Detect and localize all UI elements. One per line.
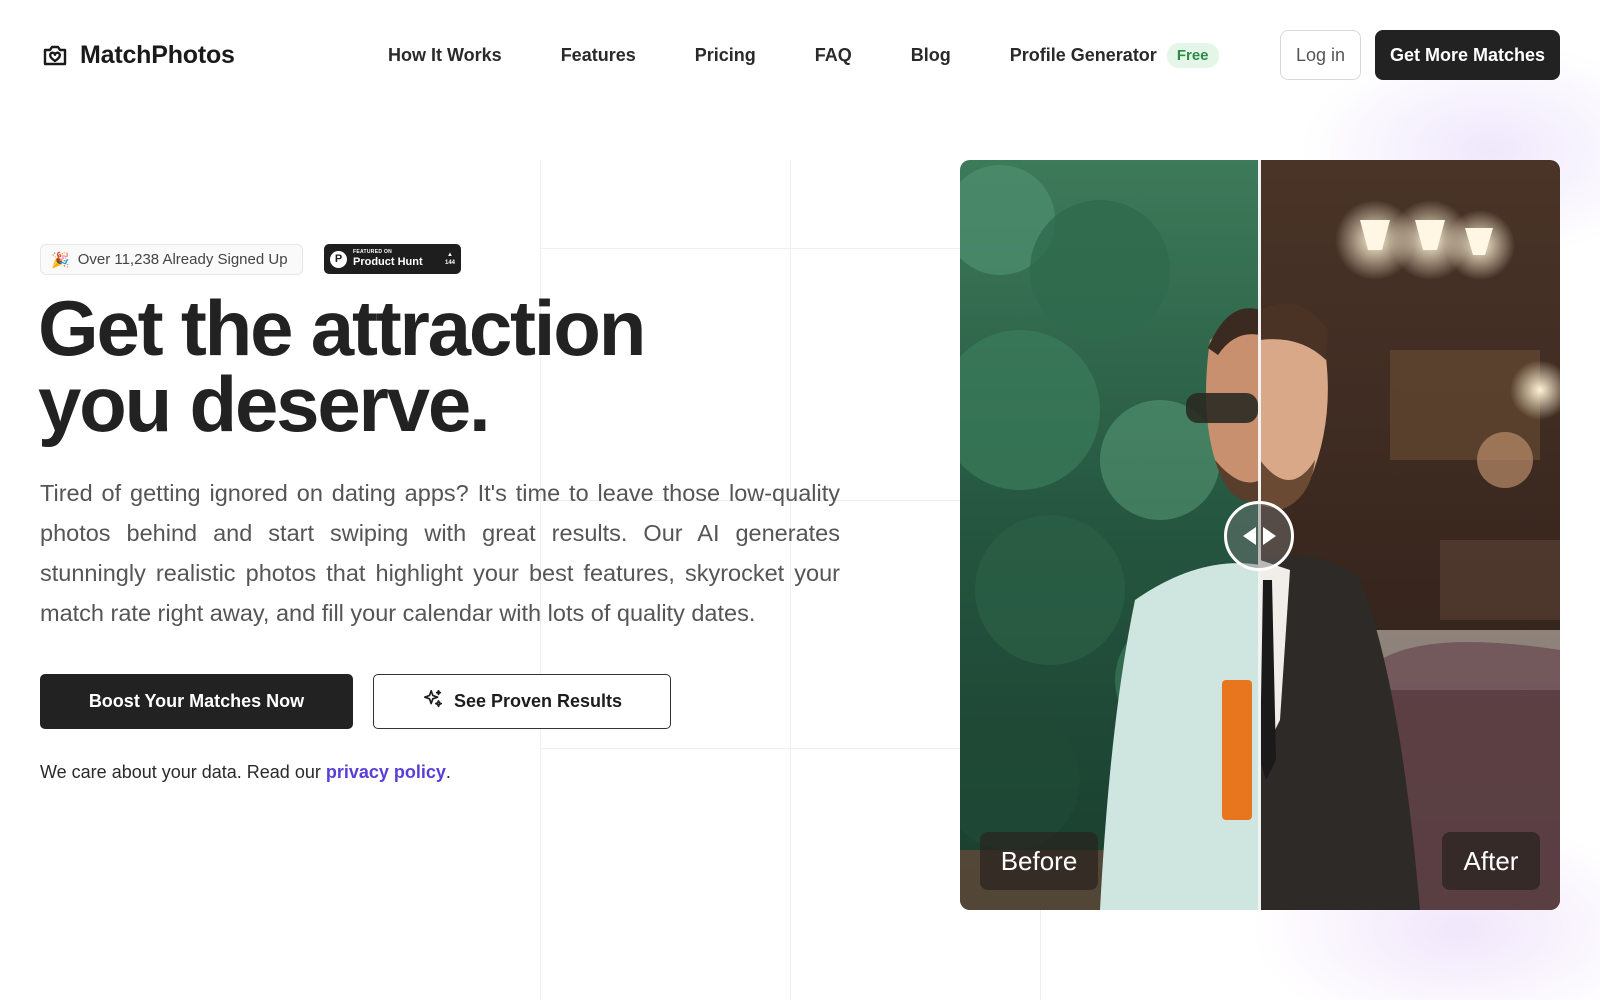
before-after-comparison[interactable]: Before After bbox=[960, 160, 1560, 910]
product-hunt-name: Product Hunt bbox=[353, 256, 423, 268]
product-hunt-votes: ▲ 144 bbox=[445, 252, 455, 266]
sparkles-icon bbox=[422, 688, 444, 715]
privacy-suffix: . bbox=[445, 762, 451, 782]
hero-title-line-2: you deserve. bbox=[38, 360, 491, 448]
product-hunt-icon: P bbox=[330, 250, 347, 268]
brand-logo[interactable]: MatchPhotos bbox=[40, 40, 235, 70]
party-popper-icon: 🎉 bbox=[51, 251, 70, 269]
upvote-icon: ▲ bbox=[447, 252, 453, 258]
nav-blog[interactable]: Blog bbox=[911, 45, 951, 66]
nav-profile-generator-label: Profile Generator bbox=[1009, 44, 1157, 65]
after-label: After bbox=[1442, 832, 1540, 890]
nav-pricing[interactable]: Pricing bbox=[695, 45, 756, 66]
nav-profile-generator[interactable]: Profile Generator Free bbox=[1009, 42, 1219, 68]
slider-arrows-icon[interactable] bbox=[1224, 501, 1294, 571]
boost-matches-button[interactable]: Boost Your Matches Now bbox=[40, 674, 353, 729]
before-label: Before bbox=[980, 832, 1098, 890]
hero-title-line-1: Get the attraction bbox=[38, 284, 646, 372]
login-button[interactable]: Log in bbox=[1280, 30, 1361, 80]
camera-heart-icon bbox=[40, 40, 70, 70]
privacy-prefix: We care about your data. Read our bbox=[40, 762, 326, 782]
nav-how-it-works[interactable]: How It Works bbox=[388, 45, 502, 66]
free-badge: Free bbox=[1166, 42, 1219, 68]
product-hunt-text: FEATURED ON Product Hunt bbox=[353, 250, 423, 268]
brand-name: MatchPhotos bbox=[80, 40, 235, 69]
product-hunt-badge[interactable]: P FEATURED ON Product Hunt ▲ 144 bbox=[324, 244, 461, 274]
main-nav: How It Works Features Pricing FAQ Blog P… bbox=[388, 42, 1219, 68]
signup-count-text: Over 11,238 Already Signed Up bbox=[77, 251, 288, 268]
top-header: MatchPhotos How It Works Features Pricin… bbox=[40, 30, 1560, 80]
privacy-policy-link[interactable]: privacy policy bbox=[326, 762, 446, 782]
arrow-left-icon bbox=[1242, 527, 1256, 545]
nav-faq[interactable]: FAQ bbox=[815, 45, 852, 66]
get-more-matches-button[interactable]: Get More Matches bbox=[1375, 30, 1560, 80]
hero-title: Get the attraction you deserve. bbox=[38, 289, 838, 443]
see-proven-results-label: See Proven Results bbox=[453, 691, 623, 711]
product-hunt-featured-label: FEATURED ON bbox=[353, 249, 393, 255]
vote-count: 144 bbox=[444, 260, 455, 266]
privacy-note: We care about your data. Read our privac… bbox=[40, 762, 451, 783]
nav-features[interactable]: Features bbox=[561, 45, 636, 66]
see-proven-results-button[interactable]: See Proven Results bbox=[373, 674, 671, 729]
hero-description: Tired of getting ignored on dating apps?… bbox=[40, 480, 840, 626]
arrow-right-icon bbox=[1262, 527, 1276, 545]
signup-count-badge: 🎉 Over 11,238 Already Signed Up bbox=[40, 244, 303, 275]
